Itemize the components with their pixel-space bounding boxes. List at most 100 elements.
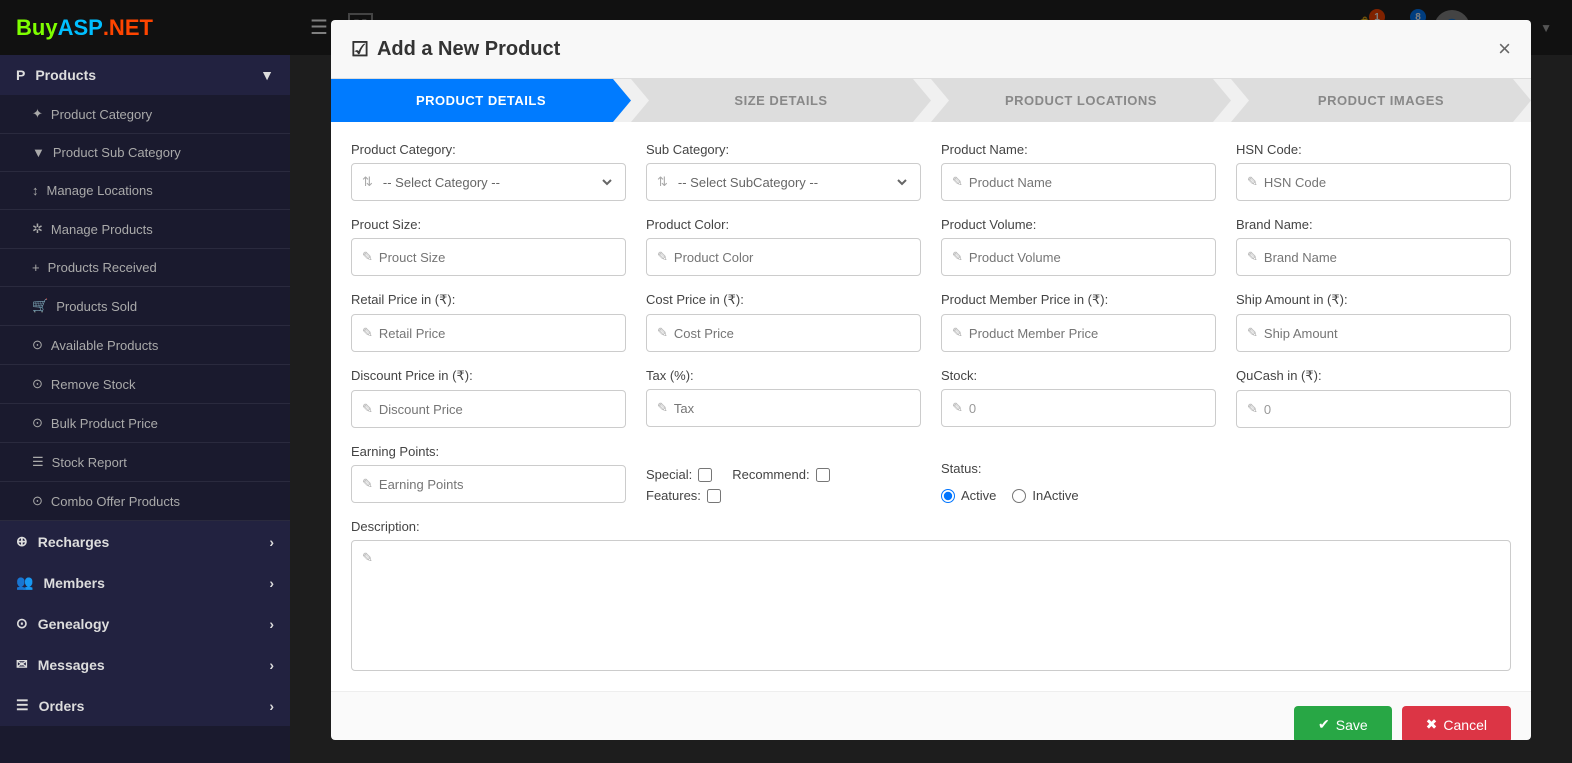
save-button[interactable]: ✔ Save xyxy=(1294,706,1392,740)
stock-input-wrapper[interactable]: ✎ xyxy=(941,389,1216,427)
sub-category-select[interactable]: -- Select SubCategory -- xyxy=(674,174,910,191)
sidebar-genealogy-header[interactable]: ⊙ Genealogy › xyxy=(0,603,290,644)
sidebar-products-header[interactable]: P Products ▼ xyxy=(0,55,290,95)
modal-title-text: Add a New Product xyxy=(377,38,560,61)
sidebar-item-combo-offer-products[interactable]: ⊙ Combo Offer Products xyxy=(0,482,290,521)
sidebar-messages-header[interactable]: ✉ Messages › xyxy=(0,644,290,685)
sidebar-recharges-header[interactable]: ⊕ Recharges › xyxy=(0,521,290,562)
orders-icon: ☰ xyxy=(16,697,29,714)
retail-price-input[interactable] xyxy=(379,326,615,341)
sidebar-item-label: Stock Report xyxy=(52,455,127,470)
stock-report-icon: ☰ xyxy=(32,454,44,470)
product-category-select-wrapper[interactable]: ⇅ -- Select Category -- xyxy=(351,163,626,201)
sidebar-members-header[interactable]: 👥 Members › xyxy=(0,562,290,603)
sidebar-item-label: Remove Stock xyxy=(51,377,136,392)
sub-category-label: Sub Category: xyxy=(646,142,921,157)
product-name-input[interactable] xyxy=(969,175,1205,190)
features-label: Features: xyxy=(646,488,701,503)
inactive-radio[interactable] xyxy=(1012,489,1026,503)
hsn-code-input-wrapper[interactable]: ✎ xyxy=(1236,163,1511,201)
tax-label: Tax (%): xyxy=(646,368,921,383)
manage-locations-icon: ↕ xyxy=(32,183,39,198)
sidebar-item-label: Combo Offer Products xyxy=(51,494,180,509)
modal-body: Product Category: ⇅ -- Select Category -… xyxy=(331,122,1531,691)
sidebar-orders-header[interactable]: ☰ Orders › xyxy=(0,685,290,726)
ship-amount-input[interactable] xyxy=(1264,326,1500,341)
product-volume-label: Product Volume: xyxy=(941,217,1216,232)
product-category-select[interactable]: -- Select Category -- xyxy=(379,174,615,191)
sidebar-item-label: Products Received xyxy=(48,260,157,275)
product-color-input[interactable] xyxy=(674,250,910,265)
modal-dialog: ☑ Add a New Product × PRODUCT DETAILS SI… xyxy=(331,20,1531,740)
sidebar-item-products-received[interactable]: + Products Received xyxy=(0,249,290,287)
available-products-icon: ⊙ xyxy=(32,337,43,353)
sidebar-item-manage-products[interactable]: ✲ Manage Products xyxy=(0,210,290,249)
sidebar-item-stock-report[interactable]: ☰ Stock Report xyxy=(0,443,290,482)
sidebar-item-label: Bulk Product Price xyxy=(51,416,158,431)
cost-price-input[interactable] xyxy=(674,326,910,341)
sub-category-arrows-icon: ⇅ xyxy=(657,174,668,190)
description-textarea[interactable] xyxy=(362,567,1500,657)
recommend-checkbox[interactable] xyxy=(816,468,830,482)
tax-input-wrapper[interactable]: ✎ xyxy=(646,389,921,427)
earning-points-input[interactable] xyxy=(379,477,615,492)
member-price-input[interactable] xyxy=(969,326,1205,341)
product-category-icon: ✦ xyxy=(32,106,43,122)
modal-title: ☑ Add a New Product xyxy=(351,37,560,62)
ship-amount-group: Ship Amount in (₹): ✎ xyxy=(1236,292,1511,352)
recharges-arrow-icon: › xyxy=(269,534,274,550)
cost-price-input-wrapper[interactable]: ✎ xyxy=(646,314,921,352)
hsn-code-input[interactable] xyxy=(1264,175,1500,190)
genealogy-label: Genealogy xyxy=(38,616,110,632)
sidebar-item-remove-stock[interactable]: ⊙ Remove Stock xyxy=(0,365,290,404)
product-size-input[interactable] xyxy=(379,250,615,265)
product-name-input-wrapper[interactable]: ✎ xyxy=(941,163,1216,201)
qucash-input-wrapper[interactable]: ✎ xyxy=(1236,390,1511,428)
product-size-input-wrapper[interactable]: ✎ xyxy=(351,238,626,276)
retail-price-input-wrapper[interactable]: ✎ xyxy=(351,314,626,352)
sidebar-item-label: Manage Locations xyxy=(47,183,153,198)
active-radio[interactable] xyxy=(941,489,955,503)
hsn-code-label: HSN Code: xyxy=(1236,142,1511,157)
wizard-step-product-locations[interactable]: PRODUCT LOCATIONS xyxy=(931,79,1231,122)
wizard-step-size-details[interactable]: SIZE DETAILS xyxy=(631,79,931,122)
wizard-step-label: PRODUCT LOCATIONS xyxy=(1005,93,1157,108)
product-color-input-wrapper[interactable]: ✎ xyxy=(646,238,921,276)
wizard-step-product-details[interactable]: PRODUCT DETAILS xyxy=(331,79,631,122)
recommend-checkbox-group: Recommend: xyxy=(732,467,829,482)
product-volume-input[interactable] xyxy=(969,250,1205,265)
sidebar-item-available-products[interactable]: ⊙ Available Products xyxy=(0,326,290,365)
wizard-step-product-images[interactable]: PRODUCT IMAGES xyxy=(1231,79,1531,122)
earning-points-input-wrapper[interactable]: ✎ xyxy=(351,465,626,503)
ship-amount-input-wrapper[interactable]: ✎ xyxy=(1236,314,1511,352)
sub-category-select-wrapper[interactable]: ⇅ -- Select SubCategory -- xyxy=(646,163,921,201)
products-sold-icon: 🛒 xyxy=(32,298,48,314)
qucash-input[interactable] xyxy=(1264,402,1500,417)
sidebar-item-manage-locations[interactable]: ↕ Manage Locations xyxy=(0,172,290,210)
product-volume-input-wrapper[interactable]: ✎ xyxy=(941,238,1216,276)
special-checkbox[interactable] xyxy=(698,468,712,482)
members-label: Members xyxy=(43,575,104,591)
earning-points-label: Earning Points: xyxy=(351,444,626,459)
features-checkbox[interactable] xyxy=(707,489,721,503)
product-size-edit-icon: ✎ xyxy=(362,249,373,265)
sidebar-item-product-sub-category[interactable]: ▼ Product Sub Category xyxy=(0,134,290,172)
product-name-group: Product Name: ✎ xyxy=(941,142,1216,201)
stock-input[interactable] xyxy=(969,401,1205,416)
brand-name-input[interactable] xyxy=(1264,250,1500,265)
sidebar-item-label: Product Category xyxy=(51,107,152,122)
tax-input[interactable] xyxy=(674,401,910,416)
description-textarea-wrapper[interactable]: ✎ xyxy=(351,540,1511,671)
discount-price-input-wrapper[interactable]: ✎ xyxy=(351,390,626,428)
sidebar-item-product-category[interactable]: ✦ Product Category xyxy=(0,95,290,134)
discount-price-input[interactable] xyxy=(379,402,615,417)
member-price-input-wrapper[interactable]: ✎ xyxy=(941,314,1216,352)
sidebar-item-products-sold[interactable]: 🛒 Products Sold xyxy=(0,287,290,326)
modal-close-button[interactable]: × xyxy=(1498,36,1511,62)
sidebar-item-bulk-product-price[interactable]: ⊙ Bulk Product Price xyxy=(0,404,290,443)
messages-icon: ✉ xyxy=(16,656,28,673)
recharges-icon: ⊕ xyxy=(16,533,28,550)
cancel-button[interactable]: ✖ Cancel xyxy=(1402,706,1511,740)
sidebar: BuyASP.NET P Products ▼ ✦ Product Catego… xyxy=(0,0,290,763)
brand-name-input-wrapper[interactable]: ✎ xyxy=(1236,238,1511,276)
